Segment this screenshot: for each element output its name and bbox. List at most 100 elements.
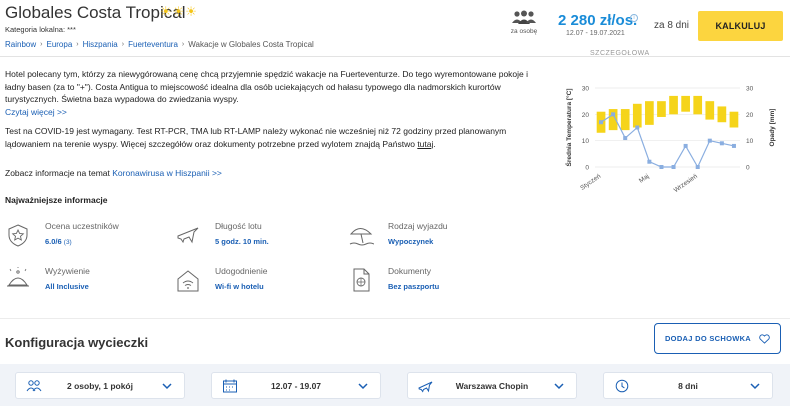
- info-rating-label: Ocena uczestników: [45, 221, 119, 231]
- y-tick-right: 30: [746, 86, 754, 93]
- y-tick-left: 0: [585, 165, 589, 172]
- rainfall-point: [683, 143, 688, 148]
- breadcrumb: Rainbow › Europa › Hiszpania › Fuerteven…: [5, 40, 314, 49]
- trip-length: za 8 dni: [654, 20, 690, 31]
- rating-count: (3): [63, 239, 72, 246]
- info-documents-label: Dokumenty: [388, 266, 431, 276]
- food-dome-icon: [7, 267, 29, 287]
- breadcrumb-chevron-icon: ›: [40, 41, 43, 48]
- chevron-down-icon: [162, 383, 172, 390]
- y-tick-left: 20: [582, 112, 590, 119]
- temperature-bar: [681, 95, 690, 112]
- breadcrumb-fuerteventura[interactable]: Fuerteventura: [128, 40, 178, 49]
- hotel-description: Hotel polecany tym, którzy za niewygórow…: [5, 68, 545, 118]
- info-trip-type: Rodzaj wyjazdu Wypoczynek: [348, 220, 518, 256]
- people-group-icon: [512, 10, 536, 24]
- covid-info-prefix: Zobacz informacje na temat: [5, 168, 110, 178]
- temperature-bar: [705, 101, 715, 120]
- y-tick-right: 0: [746, 165, 750, 172]
- climate-chart-svg: 0 10 20 30 0 10 20 30 Styczeń Maj Wrzesień Średnia …: [564, 86, 776, 195]
- beach-umbrella-icon: [349, 228, 374, 246]
- temperature-bar: [729, 111, 739, 128]
- covid-spain-link[interactable]: Koronawirusa w Hiszpanii >>: [112, 168, 222, 178]
- temperature-bar: [620, 109, 630, 131]
- select-travelers[interactable]: 2 osoby, 1 pokój: [15, 372, 185, 399]
- chevron-down-icon: [358, 383, 368, 390]
- rainfall-point: [695, 165, 700, 169]
- calculate-button[interactable]: KALKULUJ: [698, 11, 783, 41]
- price-info-icon[interactable]: i: [630, 14, 638, 22]
- y-tick-right: 20: [746, 112, 754, 119]
- y-axis-label-right: Opady [mm]: [769, 109, 776, 147]
- select-duration[interactable]: 8 dni: [603, 372, 773, 399]
- info-board: Wyżywienie All Inclusive: [5, 265, 175, 301]
- config-title: Konfiguracja wycieczki: [5, 335, 149, 350]
- info-flight-value: 5 godz. 10 min.: [215, 237, 269, 246]
- rainfall-point: [731, 143, 736, 148]
- key-info-title: Najważniejsze informacje: [5, 195, 108, 205]
- temperature-bar: [693, 95, 703, 115]
- y-tick-left: 10: [582, 138, 590, 145]
- read-more-link[interactable]: Czytaj więcej >>: [5, 107, 67, 117]
- info-rating: Ocena uczestników 6.0/6 (3): [5, 220, 175, 256]
- local-category: Kategoria lokalna: ***: [5, 25, 76, 34]
- select-dates[interactable]: 12.07 - 19.07: [211, 372, 381, 399]
- breadcrumb-chevron-icon: ›: [76, 41, 79, 48]
- breadcrumb-rainbow[interactable]: Rainbow: [5, 40, 36, 49]
- info-board-label: Wyżywienie: [45, 266, 90, 276]
- breadcrumb-chevron-icon: ›: [121, 41, 125, 48]
- people-icon: [26, 380, 42, 392]
- clock-icon: [615, 379, 629, 393]
- description-text: Hotel polecany tym, którzy za niewygórow…: [5, 69, 529, 104]
- category-suns-icon: ☀☀☀: [160, 4, 198, 19]
- info-documents-value: Bez paszportu: [388, 282, 440, 291]
- covid-info-row: Zobacz informacje na temat Koronawirusa …: [5, 168, 222, 178]
- calendar-icon: [223, 379, 237, 393]
- breadcrumb-chevron-icon: ›: [181, 41, 185, 48]
- trip-dates: 12.07 - 19.07.2021: [566, 30, 625, 37]
- chevron-down-icon: [750, 383, 760, 390]
- y-axis-label-left: Średnia Temperatura [°C]: [564, 89, 573, 167]
- plane-icon: [177, 227, 199, 244]
- info-trip-type-value: Wypoczynek: [388, 237, 434, 246]
- rainfall-point: [671, 165, 676, 169]
- info-flight: Długość lotu 5 godz. 10 min.: [175, 220, 345, 256]
- star-badge-icon: [8, 224, 28, 247]
- y-tick-left: 30: [582, 86, 590, 93]
- info-flight-label: Długość lotu: [215, 221, 262, 231]
- climate-chart: SZCZEGÓŁOWA 0 10 20 30 0 10 20 30 Styczeń Maj Wrze…: [550, 50, 790, 200]
- covid-details-link[interactable]: tutaj: [417, 139, 433, 149]
- info-documents: Dokumenty Bez paszportu: [348, 265, 518, 301]
- info-amenity: Udogodnienie Wi-fi w hotelu: [175, 265, 345, 301]
- breadcrumb-europa[interactable]: Europa: [46, 40, 72, 49]
- rainfall-point: [635, 125, 640, 130]
- covid-notice: Test na COVID-19 jest wymagany. Test RT-…: [5, 126, 507, 149]
- rainfall-point: [623, 136, 628, 141]
- config-divider: [0, 318, 790, 319]
- temperature-bar: [632, 103, 642, 128]
- price: 2 280 zł/os.: [558, 12, 638, 29]
- breadcrumb-current: Wakacje w Globales Costa Tropical: [188, 40, 314, 49]
- temperature-bar: [717, 106, 727, 123]
- rainfall-point: [647, 159, 652, 164]
- add-to-clipboard-button[interactable]: DODAJ DO SCHOWKA: [654, 323, 781, 354]
- hotel-title: Globales Costa Tropical: [5, 3, 186, 22]
- rating-score: 6.0/6: [45, 237, 62, 246]
- add-to-clipboard-label: DODAJ DO SCHOWKA: [664, 334, 752, 343]
- y-tick-right: 10: [746, 138, 754, 145]
- select-departure[interactable]: Warszawa Chopin: [407, 372, 577, 399]
- x-tick-label: Wrzesień: [673, 173, 699, 194]
- rainfall-point: [707, 138, 712, 143]
- temperature-bar: [645, 101, 654, 125]
- per-person-indicator: za osobę: [506, 10, 542, 35]
- x-tick-label: Maj: [638, 173, 651, 185]
- breadcrumb-hiszpania[interactable]: Hiszpania: [83, 40, 118, 49]
- info-amenity-value: Wi-fi w hotelu: [215, 282, 264, 291]
- rainfall-point: [659, 165, 664, 169]
- info-trip-type-label: Rodzaj wyjazdu: [388, 221, 448, 231]
- per-person-label: za osobę: [510, 28, 538, 35]
- info-rating-value[interactable]: 6.0/6 (3): [45, 237, 72, 246]
- info-amenity-label: Udogodnienie: [215, 266, 268, 276]
- temperature-bar: [669, 95, 678, 115]
- x-tick-label: Styczeń: [579, 173, 602, 192]
